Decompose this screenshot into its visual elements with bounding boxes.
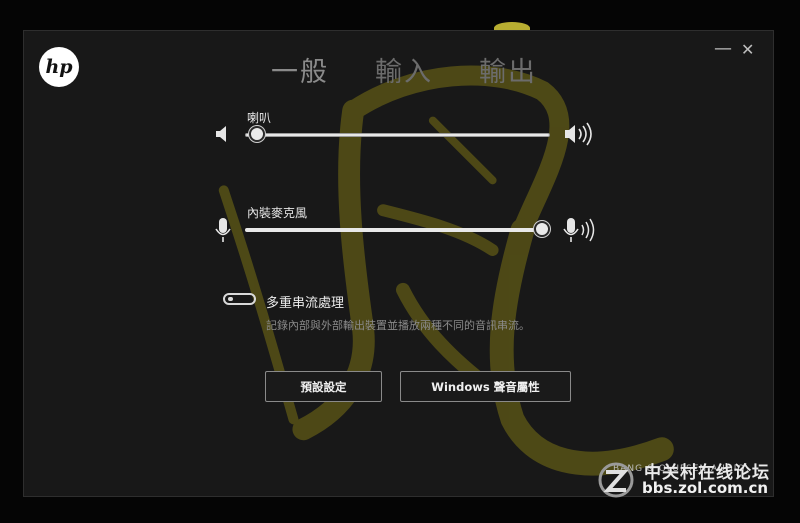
multistream-toggle[interactable] (223, 293, 256, 305)
microphone-volume-slider[interactable] (245, 220, 550, 240)
tab-general[interactable]: 一般 (271, 50, 329, 89)
hp-logo-icon: hp (39, 47, 79, 87)
tab-input[interactable]: 輸入 (375, 50, 433, 89)
close-button[interactable]: ✕ (741, 40, 754, 59)
mic-icon[interactable] (214, 216, 232, 244)
audio-control-window: hp 一般 輸入 輸出 — ✕ 喇叭 內裝麥克風 多重串流處理 記錄內部與外部輸… (23, 30, 774, 497)
speaker-slider-thumb[interactable] (249, 126, 266, 142)
minimize-button[interactable]: — (714, 38, 732, 59)
multistream-description: 記錄內部與外部輸出裝置並播放兩種不同的音訊串流。 (266, 319, 530, 332)
microphone-slider-thumb[interactable] (534, 221, 550, 237)
speaker-label: 喇叭 (247, 111, 272, 125)
tab-bar: 一般 輸入 輸出 (271, 50, 583, 89)
watermark-calligraphy (218, 65, 674, 476)
speaker-low-icon[interactable] (214, 124, 234, 144)
toggle-knob (228, 297, 233, 301)
default-settings-button[interactable]: 預設設定 (265, 371, 382, 402)
site-watermark-url: bbs.zol.com.cn (642, 479, 769, 497)
windows-sound-properties-button[interactable]: Windows 聲音屬性 (400, 371, 571, 402)
microphone-label: 內裝麥克風 (247, 206, 308, 220)
site-watermark-logo-icon (598, 462, 634, 498)
multistream-title: 多重串流處理 (266, 296, 345, 311)
tab-output[interactable]: 輸出 (479, 50, 537, 89)
mic-high-icon[interactable] (562, 215, 598, 245)
speaker-high-icon[interactable] (563, 121, 597, 147)
speaker-volume-slider[interactable] (245, 125, 550, 145)
